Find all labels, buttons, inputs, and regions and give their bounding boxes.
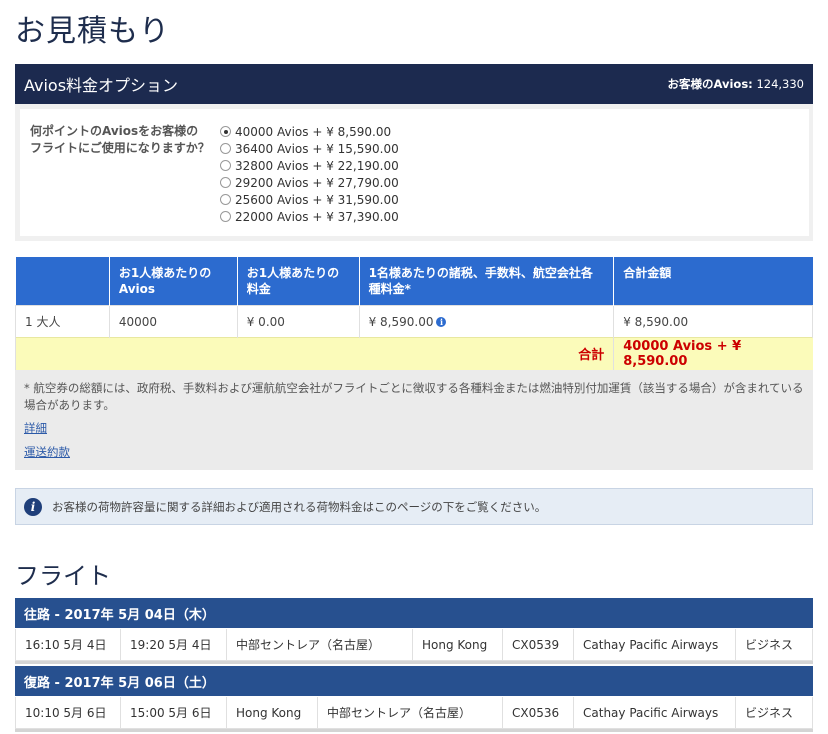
departure-time: 16:10 5月 4日 (15, 629, 121, 660)
passenger-type: 1 大人 (15, 305, 110, 338)
outbound-flight-heading: 往路 - 2017年 5月 04日（木） (15, 598, 813, 628)
cabin-class: ビジネス (736, 697, 813, 728)
avios-question: 何ポイントのAviosをお客様のフライトにご使用になりますか？ (30, 124, 210, 155)
price-header-passenger (15, 257, 110, 306)
avios-option[interactable]: 36400 Avios + ¥ 15,590.00 (220, 140, 399, 157)
price-header-taxes: 1名様あたりの諸税、手数料、航空会社各種料金* (358, 257, 614, 306)
fare-note-text: * 航空券の総額には、政府税、手数料および運航航空会社がフライトごとに徴収する各… (24, 381, 804, 412)
avios-option[interactable]: 22000 Avios + ¥ 37,390.00 (220, 208, 399, 225)
avios-options-header: Avios料金オプション お客様のAvios: 124,330 (15, 64, 813, 104)
origin-airport: 中部セントレア（名古屋） (227, 629, 413, 660)
info-icon[interactable]: i (436, 317, 447, 327)
destination-airport: Hong Kong (413, 629, 503, 660)
avios-option[interactable]: 25600 Avios + ¥ 31,590.00 (220, 191, 399, 208)
table-row: 16:10 5月 4日 19:20 5月 4日 中部セントレア（名古屋） Hon… (15, 629, 813, 661)
radio-icon[interactable] (220, 211, 231, 222)
avios-option[interactable]: 29200 Avios + ¥ 27,790.00 (220, 174, 399, 191)
cabin-class: ビジネス (736, 629, 813, 660)
avios-option-label: 29200 Avios + ¥ 27,790.00 (235, 175, 399, 190)
avios-options-panel: 何ポイントのAviosをお客様のフライトにご使用になりますか？ 40000 Av… (15, 104, 813, 241)
radio-icon[interactable] (220, 177, 231, 188)
airline: Cathay Pacific Airways (574, 697, 736, 728)
origin-airport: Hong Kong (227, 697, 318, 728)
taxes-cell: ¥ 8,590.00 i (358, 305, 614, 338)
avios-per-person: 40000 (108, 305, 238, 338)
arrival-time: 15:00 5月 6日 (121, 697, 227, 728)
departure-time: 10:10 5月 6日 (15, 697, 121, 728)
avios-option-label: 36400 Avios + ¥ 15,590.00 (235, 141, 399, 156)
table-row: 1 大人 40000 ¥ 0.00 ¥ 8,590.00 i ¥ 8,590.00 (15, 305, 813, 338)
avios-options-title: Avios料金オプション (24, 76, 179, 95)
flight-number: CX0536 (503, 697, 574, 728)
avios-balance-value: 124,330 (756, 77, 804, 91)
radio-icon[interactable] (220, 160, 231, 171)
baggage-info-banner: i お客様の荷物許容量に関する詳細および適用される荷物料金はこのページの下をご覧… (15, 488, 813, 525)
total-label: 合計 (14, 337, 614, 370)
taxes-per-person: ¥ 8,590.00 (368, 314, 434, 329)
radio-icon[interactable] (220, 143, 231, 154)
avios-balance: お客様のAvios: 124,330 (668, 76, 805, 92)
destination-airport: 中部セントレア（名古屋） (318, 697, 503, 728)
price-header-total: 合計金額 (613, 257, 813, 306)
avios-option-list: 40000 Avios + ¥ 8,590.00 36400 Avios + ¥… (220, 123, 399, 225)
total-row: 合計 40000 Avios + ¥ 8,590.00 (14, 337, 813, 370)
total-per-person: ¥ 8,590.00 (613, 305, 813, 338)
flights-title: フライト (15, 562, 111, 590)
fare-per-person: ¥ 0.00 (236, 305, 360, 338)
avios-option-label: 40000 Avios + ¥ 8,590.00 (235, 124, 392, 139)
price-header-fare: お1人様あたりの料金 (236, 257, 360, 306)
divider (15, 661, 813, 664)
airline: Cathay Pacific Airways (574, 629, 736, 660)
radio-selected-icon[interactable] (220, 126, 231, 137)
total-value: 40000 Avios + ¥ 8,590.00 (613, 337, 813, 370)
avios-option-label: 32800 Avios + ¥ 22,190.00 (235, 158, 399, 173)
table-row: 10:10 5月 6日 15:00 5月 6日 Hong Kong 中部セントレ… (15, 697, 813, 729)
baggage-info-text: お客様の荷物許容量に関する詳細および適用される荷物料金はこのページの下をご覧くだ… (52, 499, 547, 514)
arrival-time: 19:20 5月 4日 (121, 629, 227, 660)
avios-option[interactable]: 32800 Avios + ¥ 22,190.00 (220, 157, 399, 174)
avios-option[interactable]: 40000 Avios + ¥ 8,590.00 (220, 123, 399, 140)
avios-option-label: 25600 Avios + ¥ 31,590.00 (235, 192, 399, 207)
info-icon: i (24, 497, 42, 516)
price-table: お1人様あたりのAvios お1人様あたりの料金 1名様あたりの諸税、手数料、航… (14, 257, 813, 370)
flight-number: CX0539 (503, 629, 574, 660)
price-header-avios: お1人様あたりのAvios (108, 257, 238, 306)
fare-notes: * 航空券の総額には、政府税、手数料および運航航空会社がフライトごとに徴収する各… (15, 370, 813, 470)
avios-balance-label: お客様のAvios: (667, 77, 753, 91)
avios-option-label: 22000 Avios + ¥ 37,390.00 (235, 209, 399, 224)
radio-icon[interactable] (220, 194, 231, 205)
page-title: お見積もり (15, 14, 170, 49)
return-flight-heading: 復路 - 2017年 5月 06日（土） (15, 666, 813, 696)
details-link[interactable]: 詳細 (24, 420, 804, 437)
divider (15, 729, 813, 732)
conditions-of-carriage-link[interactable]: 運送約款 (24, 444, 804, 461)
